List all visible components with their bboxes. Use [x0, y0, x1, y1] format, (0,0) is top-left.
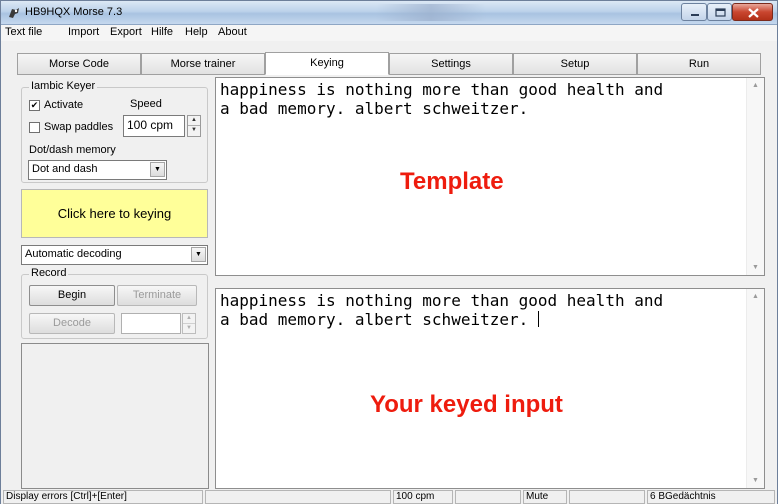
decoding-value: Automatic decoding — [25, 248, 122, 260]
keyed-input-text: happiness is nothing more than good heal… — [220, 291, 742, 329]
input-overlay-label: Your keyed input — [370, 391, 563, 418]
template-scrollbar[interactable]: ▲ ▼ — [746, 78, 764, 275]
spin-up-icon[interactable]: ▲ — [183, 314, 195, 324]
tab-morse-code[interactable]: Morse Code — [17, 53, 141, 75]
scroll-up-icon[interactable]: ▲ — [747, 293, 764, 300]
activate-label: Activate — [44, 99, 84, 111]
tab-run[interactable]: Run — [637, 53, 761, 75]
iambic-keyer-title: Iambic Keyer — [29, 80, 98, 92]
menu-text-file[interactable]: Text file — [5, 26, 42, 38]
status-memory: 6 BGedächtnis — [647, 490, 775, 504]
activate-checkbox[interactable]: ✔ — [29, 100, 40, 111]
window-title: HB9HQX Morse 7.3 — [25, 6, 123, 18]
input-line-2: a bad memory. albert schweitzer. — [220, 310, 538, 329]
close-icon — [748, 8, 759, 18]
status-display-errors: Display errors [Ctrl]+[Enter] — [3, 490, 203, 504]
template-line-2: a bad memory. albert schweitzer. — [220, 99, 529, 118]
template-overlay-label: Template — [400, 168, 504, 195]
tab-keying[interactable]: Keying — [265, 52, 389, 75]
tab-morse-trainer[interactable]: Morse trainer — [141, 53, 265, 75]
decoding-select[interactable]: Automatic decoding ▼ — [21, 245, 208, 265]
text-caret — [537, 311, 539, 327]
menu-hilfe[interactable]: Hilfe — [151, 26, 173, 38]
minimize-button[interactable] — [681, 3, 707, 21]
dot-dash-memory-select[interactable]: Dot and dash ▼ — [28, 160, 167, 180]
chevron-down-icon[interactable]: ▼ — [150, 162, 165, 177]
scroll-up-icon[interactable]: ▲ — [747, 82, 764, 89]
dot-dash-memory-label: Dot/dash memory — [29, 144, 116, 156]
speed-label: Speed — [130, 98, 162, 110]
input-scrollbar[interactable]: ▲ ▼ — [746, 289, 764, 488]
spin-down-icon[interactable]: ▼ — [188, 126, 200, 136]
maximize-button[interactable] — [707, 3, 732, 21]
close-button[interactable] — [732, 3, 773, 21]
checkmark-icon: ✔ — [30, 100, 39, 110]
begin-button[interactable]: Begin — [29, 285, 115, 306]
record-display-area — [21, 343, 209, 489]
keying-button[interactable]: Click here to keying — [21, 189, 208, 238]
chevron-down-icon[interactable]: ▼ — [191, 247, 206, 262]
terminate-button[interactable]: Terminate — [117, 285, 197, 306]
spin-up-icon[interactable]: ▲ — [188, 116, 200, 126]
status-mute: Mute — [523, 490, 567, 504]
decode-input[interactable] — [121, 313, 181, 334]
keyed-input-textarea[interactable]: happiness is nothing more than good heal… — [215, 288, 765, 489]
app-icon — [9, 8, 19, 18]
speed-input[interactable]: 100 cpm — [123, 115, 185, 137]
status-cell-blank-1 — [205, 490, 391, 504]
template-text: happiness is nothing more than good heal… — [220, 80, 742, 118]
record-title: Record — [29, 267, 69, 279]
scroll-down-icon[interactable]: ▼ — [747, 477, 764, 484]
menu-export[interactable]: Export — [110, 26, 142, 38]
status-bar: Display errors [Ctrl]+[Enter] 100 cpm Mu… — [1, 490, 777, 504]
input-line-1: happiness is nothing more than good heal… — [220, 291, 664, 310]
decode-button[interactable]: Decode — [29, 313, 115, 334]
scroll-down-icon[interactable]: ▼ — [747, 264, 764, 271]
status-cell-blank-3 — [569, 490, 645, 504]
template-line-1: happiness is nothing more than good heal… — [220, 80, 664, 99]
dot-dash-memory-value: Dot and dash — [32, 163, 98, 175]
swap-paddles-label: Swap paddles — [44, 121, 114, 133]
menu-about[interactable]: About — [218, 26, 247, 38]
title-bar[interactable]: HB9HQX Morse 7.3 — [1, 1, 777, 25]
tab-bar: Morse Code Morse trainer Keying Settings… — [17, 52, 761, 75]
title-bar-decoration — [376, 4, 486, 21]
status-cell-blank-2 — [455, 490, 521, 504]
menu-help[interactable]: Help — [185, 26, 208, 38]
menu-import[interactable]: Import — [68, 26, 99, 38]
decode-stepper[interactable]: ▲ ▼ — [182, 313, 196, 334]
menu-bar: Text file Import Export Hilfe Help About — [1, 25, 777, 41]
swap-paddles-checkbox[interactable] — [29, 122, 40, 133]
spin-down-icon[interactable]: ▼ — [183, 324, 195, 334]
app-window: HB9HQX Morse 7.3 Text file Import Export… — [0, 0, 778, 504]
minimize-icon — [691, 14, 699, 16]
status-speed: 100 cpm — [393, 490, 453, 504]
tab-settings[interactable]: Settings — [389, 53, 513, 75]
speed-stepper[interactable]: ▲ ▼ — [187, 115, 201, 137]
template-textarea[interactable]: happiness is nothing more than good heal… — [215, 77, 765, 276]
maximize-icon — [715, 8, 726, 17]
tab-setup[interactable]: Setup — [513, 53, 637, 75]
